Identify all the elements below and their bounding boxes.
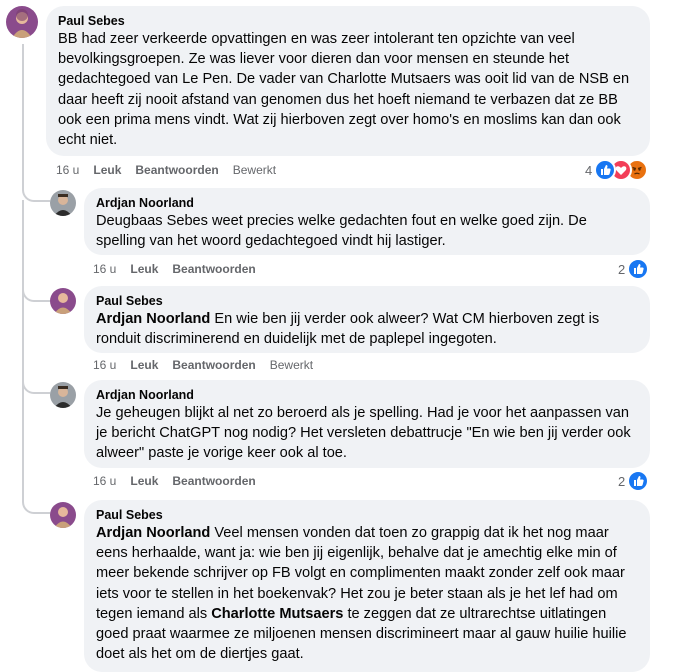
avatar[interactable]	[50, 190, 76, 216]
reaction-count: 4	[585, 162, 593, 178]
comment-actions: 16 u Leuk Beantwoorden Bewerkt	[93, 358, 313, 372]
reply-button[interactable]: Beantwoorden	[135, 163, 218, 177]
mention-link[interactable]: Charlotte Mutsaers	[211, 606, 343, 622]
reply-button[interactable]: Beantwoorden	[172, 262, 255, 276]
comment-time[interactable]: 16 u	[93, 474, 116, 488]
like-button[interactable]: Leuk	[130, 474, 158, 488]
edited-label: Bewerkt	[232, 163, 277, 177]
thread-connector	[22, 352, 50, 394]
thread-line	[22, 200, 24, 498]
comment-author[interactable]: Paul Sebes	[96, 293, 638, 309]
like-icon	[627, 470, 650, 492]
thread-connector	[22, 470, 50, 514]
comment-text: BB had zeer verkeerde opvattingen en was…	[58, 31, 630, 149]
comment-bubble: Ardjan Noorland Je geheugen blijkt al ne…	[84, 380, 650, 468]
reaction-summary[interactable]: 2	[618, 258, 650, 280]
comment-bubble: Paul Sebes Ardjan Noorland En wie ben ji…	[84, 286, 650, 353]
like-icon	[594, 159, 617, 181]
mention-link[interactable]: Ardjan Noorland	[96, 525, 210, 541]
reply-button[interactable]: Beantwoorden	[172, 358, 255, 372]
comment-author[interactable]: Paul Sebes	[58, 13, 638, 29]
comment-actions: 16 u Leuk Beantwoorden	[93, 262, 256, 276]
reply-button[interactable]: Beantwoorden	[172, 474, 255, 488]
comment-text: Ardjan Noorland En wie ben jij verder oo…	[96, 309, 638, 349]
comment-text: Ardjan Noorland Veel mensen vonden dat t…	[96, 523, 638, 664]
comment-bubble: Paul Sebes Ardjan Noorland Veel mensen v…	[84, 500, 650, 672]
like-button[interactable]: Leuk	[130, 358, 158, 372]
reaction-count: 2	[618, 261, 626, 277]
thread-connector	[22, 160, 50, 202]
comment-time[interactable]: 16 u	[93, 262, 116, 276]
like-icon	[627, 258, 650, 280]
avatar[interactable]	[50, 382, 76, 408]
comment-author[interactable]: Paul Sebes	[96, 507, 638, 523]
like-button[interactable]: Leuk	[130, 262, 158, 276]
comment-author[interactable]: Ardjan Noorland	[96, 387, 638, 403]
avatar[interactable]	[6, 6, 38, 38]
reaction-summary[interactable]: 4	[585, 159, 649, 181]
thread-line	[22, 44, 24, 164]
comment-actions: 16 u Leuk Beantwoorden Bewerkt	[56, 163, 276, 177]
reaction-count: 2	[618, 473, 626, 489]
thread-connector	[22, 258, 50, 302]
comment-time[interactable]: 16 u	[56, 163, 79, 177]
comment-bubble: Paul Sebes BB had zeer verkeerde opvatti…	[46, 6, 650, 156]
comment-bubble: Ardjan Noorland Deugbaas Sebes weet prec…	[84, 188, 650, 255]
edited-label: Bewerkt	[269, 358, 314, 372]
mention-link[interactable]: Ardjan Noorland	[96, 311, 210, 327]
comment-actions: 16 u Leuk Beantwoorden	[93, 474, 256, 488]
comment-author[interactable]: Ardjan Noorland	[96, 195, 638, 211]
reaction-summary[interactable]: 2	[618, 470, 650, 492]
avatar[interactable]	[50, 502, 76, 528]
avatar[interactable]	[50, 288, 76, 314]
comment-text: Deugbaas Sebes weet precies welke gedach…	[96, 213, 587, 250]
comment-text: Je geheugen blijkt al net zo beroerd als…	[96, 405, 631, 462]
comment-time[interactable]: 16 u	[93, 358, 116, 372]
like-button[interactable]: Leuk	[93, 163, 121, 177]
